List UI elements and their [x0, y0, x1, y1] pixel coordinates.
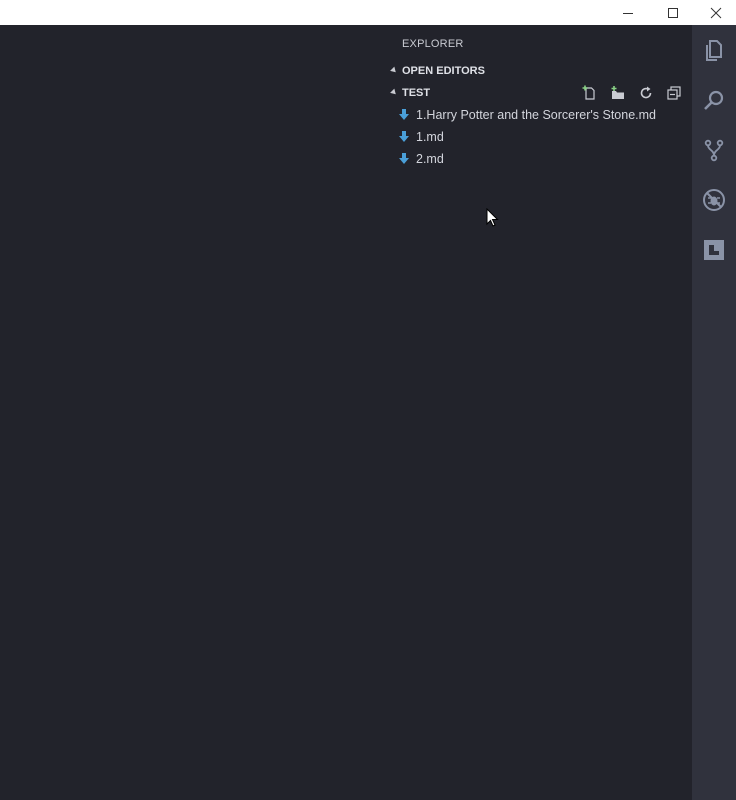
- maximize-icon: [668, 7, 678, 18]
- open-editors-label: OPEN EDITORS: [402, 65, 485, 77]
- activity-explorer[interactable]: [692, 25, 736, 75]
- maximize-button[interactable]: [650, 0, 696, 25]
- files-icon: [706, 40, 722, 61]
- folder-section-header[interactable]: TEST: [390, 82, 692, 104]
- folder-actions: [576, 82, 688, 104]
- open-editors-section-header[interactable]: OPEN EDITORS: [390, 60, 692, 82]
- sidebar-title: EXPLORER: [402, 38, 464, 50]
- minimize-button[interactable]: [605, 0, 651, 25]
- mouse-pointer-icon: [486, 208, 499, 227]
- file-item[interactable]: 1.Harry Potter and the Sorcerer's Stone.…: [390, 104, 692, 126]
- activity-bar: [692, 25, 736, 800]
- file-label: 2.md: [416, 152, 444, 166]
- markdown-icon: [398, 152, 410, 166]
- debug-icon: [703, 189, 725, 211]
- source-control-icon: [704, 139, 724, 162]
- search-icon: [704, 90, 724, 110]
- markdown-icon: [398, 130, 410, 144]
- new-folder-button[interactable]: [604, 82, 632, 104]
- expand-triangle-icon: [390, 88, 398, 96]
- vscode-window: EXPLORER OPEN EDITORS TEST 1.Harry Potte…: [0, 0, 736, 800]
- new-folder-icon: [611, 86, 624, 99]
- minimize-icon: [623, 12, 633, 14]
- refresh-button[interactable]: [632, 82, 660, 104]
- activity-source-control[interactable]: [692, 125, 736, 175]
- close-button[interactable]: [696, 0, 736, 25]
- expand-triangle-icon: [390, 66, 398, 74]
- new-file-icon: [582, 85, 595, 100]
- activity-search[interactable]: [692, 75, 736, 125]
- activity-extensions[interactable]: [692, 225, 736, 275]
- file-label: 1.Harry Potter and the Sorcerer's Stone.…: [416, 108, 656, 122]
- close-icon: [710, 7, 722, 18]
- refresh-icon: [640, 86, 652, 99]
- markdown-icon: [398, 108, 410, 122]
- extensions-icon: [704, 240, 724, 260]
- activity-debug[interactable]: [692, 175, 736, 225]
- editor-area[interactable]: [0, 25, 390, 800]
- collapse-all-button[interactable]: [660, 82, 688, 104]
- folder-label: TEST: [402, 87, 431, 99]
- window-title-bar: [0, 0, 736, 25]
- collapse-all-icon: [667, 86, 681, 100]
- file-item[interactable]: 1.md: [390, 126, 692, 148]
- new-file-button[interactable]: [576, 82, 604, 104]
- file-item[interactable]: 2.md: [390, 148, 692, 170]
- file-label: 1.md: [416, 130, 444, 144]
- explorer-sidebar: EXPLORER OPEN EDITORS TEST 1.Harry Potte…: [390, 25, 692, 800]
